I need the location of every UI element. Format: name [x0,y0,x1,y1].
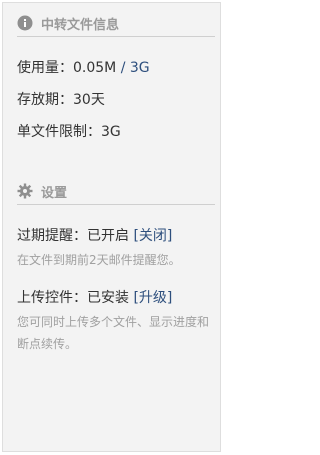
storage-value: 30天 [73,92,105,108]
gear-icon [17,183,33,199]
expiry-description: 在文件到期前2天邮件提醒您。 [17,253,181,267]
file-limit-value: 3G [101,124,121,140]
expiry-label: 过期提醒： [17,228,87,244]
transfer-info-header: 中转文件信息 [17,12,119,34]
divider [17,204,215,205]
usage-separator: / [116,60,130,76]
expiry-reminder-row: 过期提醒：已开启 [关闭] [17,225,172,245]
expiry-status: 已开启 [87,228,129,244]
info-icon [17,15,33,31]
usage-total: 3G [129,60,150,76]
file-info-sidebar: 中转文件信息 使用量：0.05M / 3G 存放期：30天 单文件限制：3G 设… [2,2,221,452]
upload-upgrade-link[interactable]: [升级] [133,290,172,306]
usage-row: 使用量：0.05M / 3G [17,57,150,77]
expiry-close-link[interactable]: [关闭] [133,228,172,244]
settings-title: 设置 [41,185,68,201]
divider [17,36,215,37]
file-limit-row: 单文件限制：3G [17,121,121,141]
transfer-info-title: 中转文件信息 [41,17,120,33]
settings-header: 设置 [17,180,67,202]
storage-row: 存放期：30天 [17,89,105,109]
usage-label: 使用量： [17,60,73,76]
upload-description: 您可同时上传多个文件、显示进度和断点续传。 [17,315,210,351]
upload-control-row: 上传控件：已安装 [升级] [17,287,172,307]
storage-label: 存放期： [17,92,73,108]
upload-status: 已安装 [87,290,129,306]
upload-label: 上传控件： [17,290,87,306]
file-limit-label: 单文件限制： [17,124,101,140]
usage-used: 0.05M [73,60,117,76]
